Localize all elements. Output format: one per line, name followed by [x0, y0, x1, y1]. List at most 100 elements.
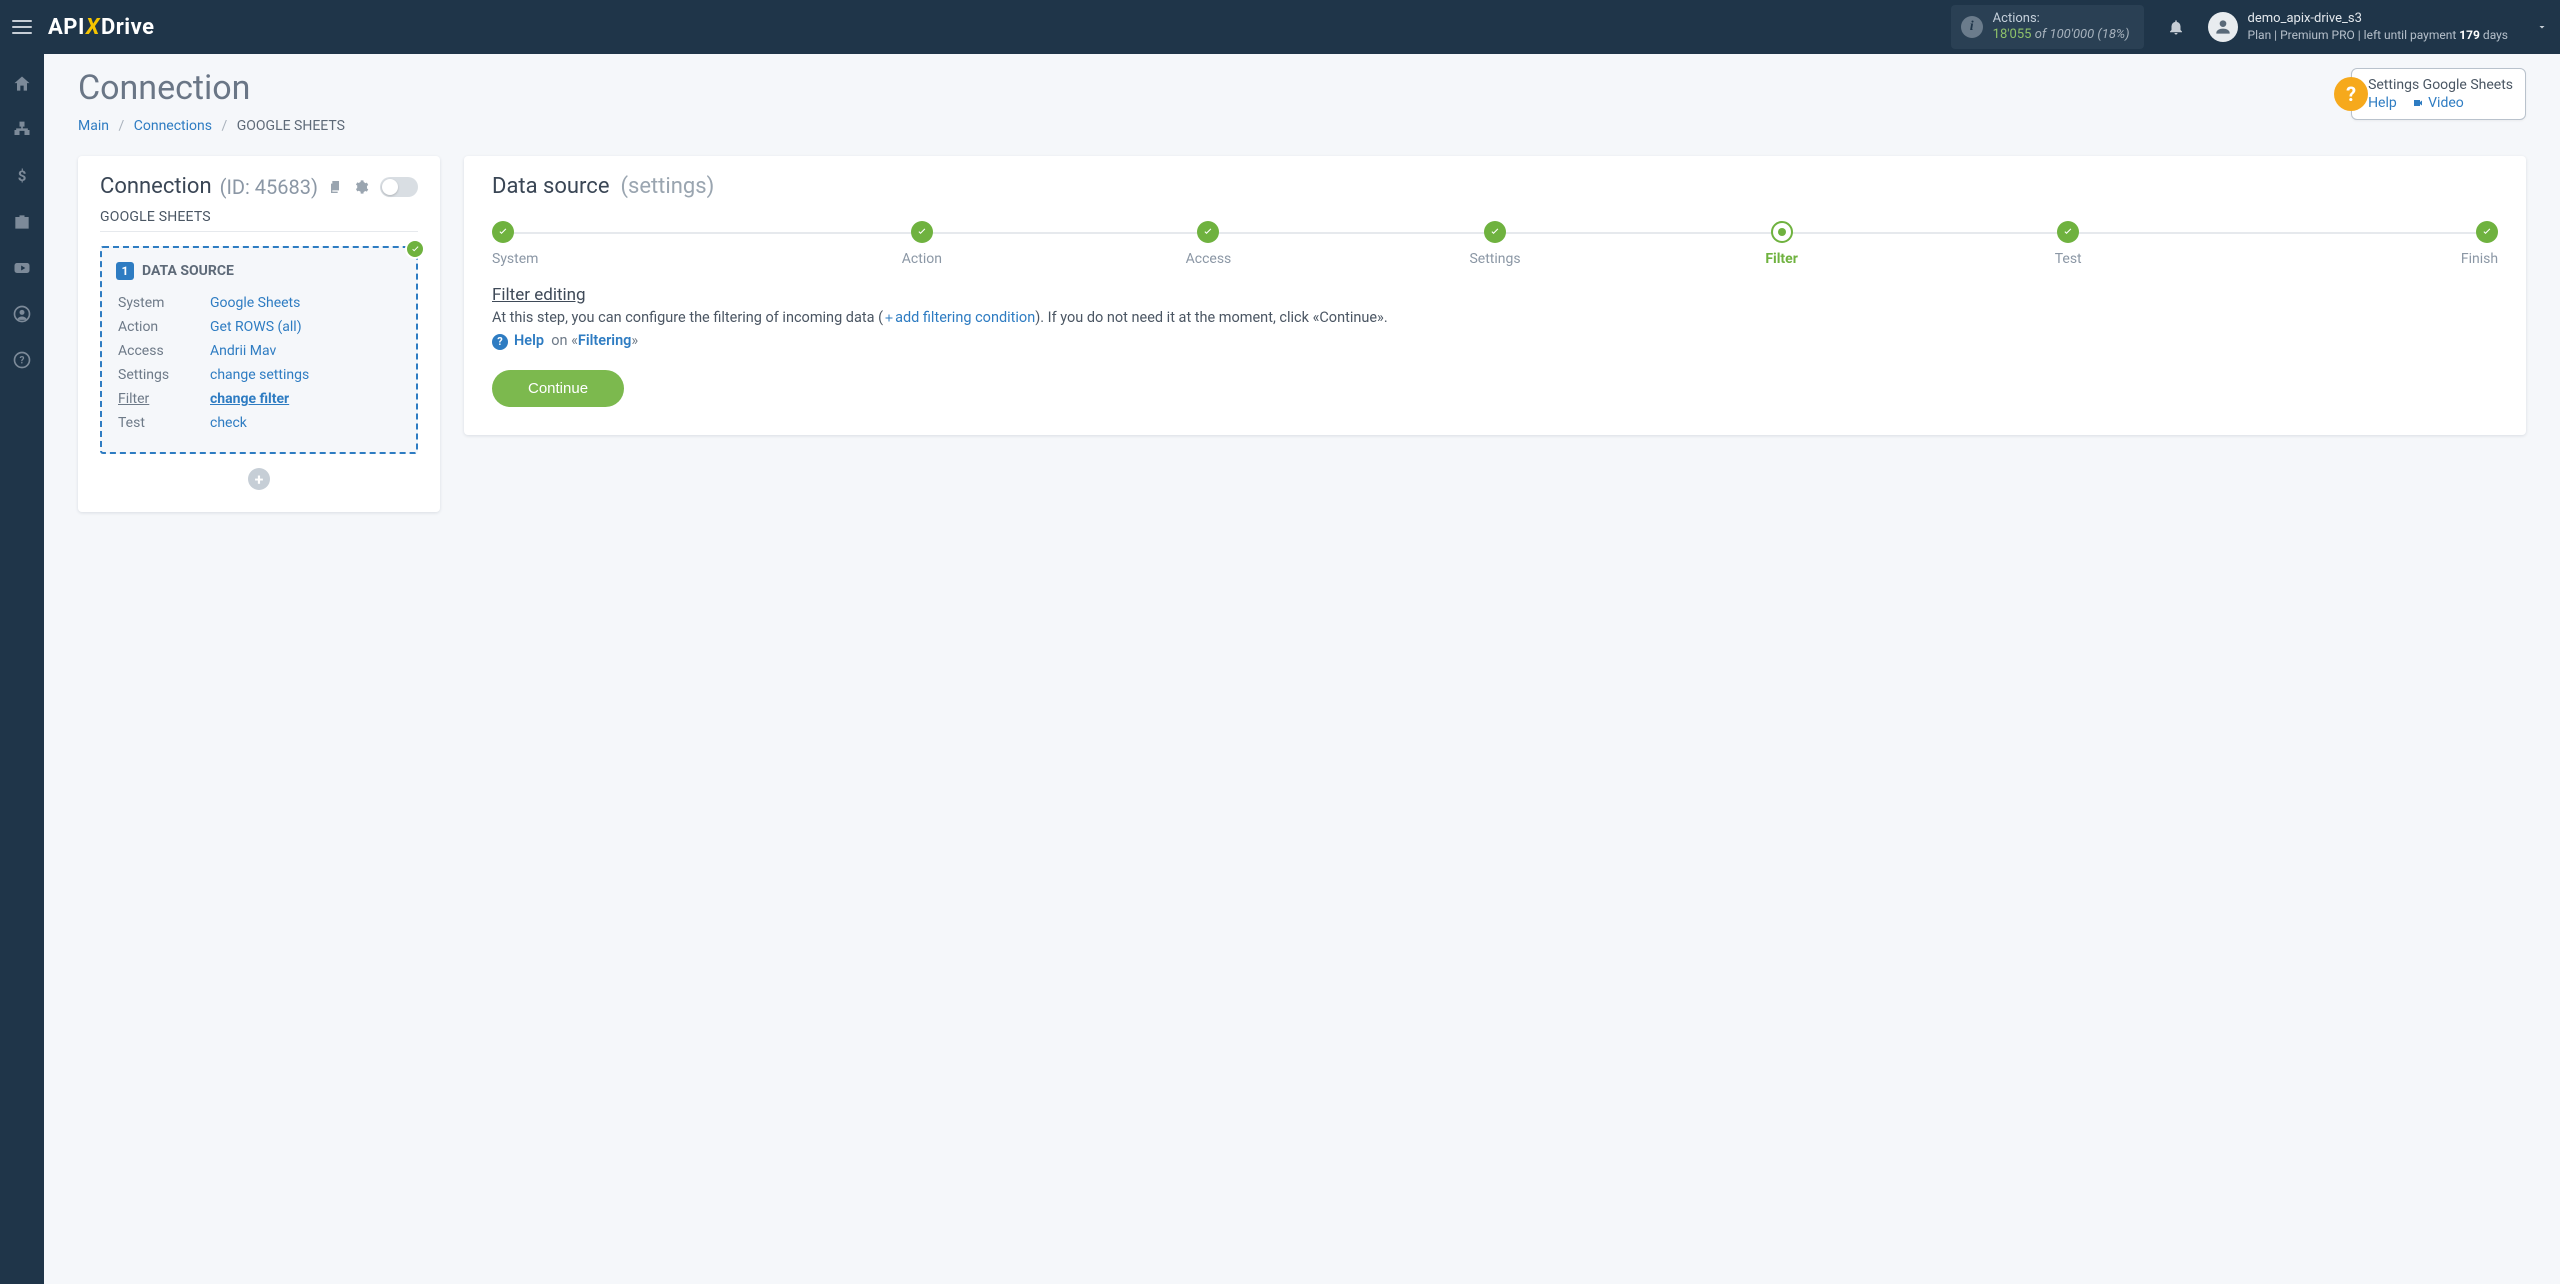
- check-icon: [1202, 226, 1214, 238]
- actions-of-word: of: [2035, 27, 2047, 42]
- ds-label-access: Access: [118, 340, 208, 362]
- step-action[interactable]: Action: [779, 221, 1066, 267]
- help-topic-link[interactable]: Filtering: [578, 332, 632, 349]
- ds-value-settings[interactable]: change settings: [210, 367, 309, 383]
- help-link[interactable]: Help: [2368, 95, 2397, 111]
- step-label: Access: [1186, 251, 1232, 267]
- breadcrumb-main[interactable]: Main: [78, 118, 109, 134]
- youtube-icon: [12, 258, 32, 278]
- user-menu[interactable]: demo_apix-drive_s3 Plan | Premium PRO | …: [2208, 11, 2548, 42]
- actions-pct: (18%): [2097, 27, 2129, 42]
- nav-account[interactable]: [0, 294, 44, 334]
- help-badge-icon[interactable]: ?: [2334, 77, 2368, 111]
- user-icon: [2213, 17, 2233, 37]
- help-inline-icon: ?: [492, 334, 508, 350]
- settings-button[interactable]: [352, 178, 370, 196]
- menu-button[interactable]: [0, 0, 44, 54]
- ds-label-settings: Settings: [118, 364, 208, 386]
- logo-text-x: X: [86, 15, 100, 40]
- continue-button[interactable]: Continue: [492, 370, 624, 407]
- video-icon: [2411, 97, 2425, 109]
- ds-value-filter[interactable]: change filter: [210, 391, 289, 407]
- nav-connections[interactable]: [0, 110, 44, 150]
- step-access[interactable]: Access: [1065, 221, 1352, 267]
- ds-label-action: Action: [118, 316, 208, 338]
- status-ok-badge: [405, 239, 425, 259]
- step-dot: [2057, 221, 2079, 243]
- info-icon: i: [1961, 16, 1983, 38]
- connection-toggle[interactable]: [380, 177, 418, 197]
- right-heading: Data source: [492, 174, 610, 199]
- add-filtering-condition-link[interactable]: add filtering condition: [895, 309, 1035, 326]
- ds-value-system[interactable]: Google Sheets: [210, 295, 300, 311]
- ds-value-test[interactable]: check: [210, 415, 247, 431]
- actions-used: 18'055: [1993, 27, 2032, 42]
- breadcrumb-connections[interactable]: Connections: [134, 118, 212, 134]
- step-label: Settings: [1469, 251, 1520, 267]
- datasource-box[interactable]: 1 DATA SOURCE System Google Sheets Actio…: [100, 246, 418, 454]
- help-on: on «: [551, 332, 578, 349]
- ds-row-system: System Google Sheets: [118, 292, 400, 314]
- check-icon: [410, 244, 421, 255]
- step-finish[interactable]: Finish: [2211, 221, 2498, 267]
- desc-post: ). If you do not need it at the moment, …: [1035, 309, 1387, 326]
- actions-usage-box[interactable]: i Actions: 18'055 of 100'000 (18%): [1951, 5, 2144, 50]
- connection-id: (ID: 45683): [220, 175, 318, 199]
- desc-pre: At this step, you can configure the filt…: [492, 309, 883, 326]
- step-settings[interactable]: Settings: [1352, 221, 1639, 267]
- datasource-title: DATA SOURCE: [142, 263, 234, 279]
- step-system[interactable]: System: [492, 221, 779, 267]
- check-icon: [497, 226, 509, 238]
- breadcrumb-current: GOOGLE SHEETS: [237, 118, 345, 134]
- check-icon: [916, 226, 928, 238]
- ds-value-access[interactable]: Andrii Mav: [210, 343, 276, 359]
- nav-home[interactable]: [0, 64, 44, 104]
- ds-value-action[interactable]: Get ROWS (all): [210, 319, 302, 335]
- plus-icon: [883, 312, 895, 324]
- video-link[interactable]: Video: [2428, 95, 2464, 111]
- plan-prefix: Plan |: [2248, 28, 2278, 42]
- step-label: Test: [2055, 251, 2082, 267]
- ds-row-settings: Settings change settings: [118, 364, 400, 386]
- notifications-button[interactable]: [2156, 18, 2196, 36]
- plan-days-word: days: [2483, 28, 2508, 42]
- section-title: Filter editing: [492, 285, 2498, 305]
- right-heading-sub: (settings): [620, 174, 714, 199]
- nav-help[interactable]: ?: [0, 340, 44, 380]
- nav-business[interactable]: [0, 202, 44, 242]
- copy-icon: [327, 179, 343, 195]
- ds-label-filter: Filter: [118, 391, 149, 407]
- ds-label-system: System: [118, 292, 208, 314]
- step-label: System: [492, 251, 538, 267]
- copy-button[interactable]: [326, 178, 344, 196]
- step-test[interactable]: Test: [1925, 221, 2212, 267]
- sitemap-icon: [12, 120, 32, 140]
- logo[interactable]: APIXDrive: [48, 15, 155, 40]
- connection-heading: Connection: [100, 174, 212, 199]
- avatar: [2208, 12, 2238, 42]
- nav-videos[interactable]: [0, 248, 44, 288]
- actions-label: Actions:: [1993, 11, 2130, 27]
- ds-row-access: Access Andrii Mav: [118, 340, 400, 362]
- plan-days-num: 179: [2459, 28, 2480, 42]
- help-close: »: [631, 332, 638, 349]
- left-rail: $ ?: [0, 54, 44, 1284]
- help-inline-link[interactable]: Help: [514, 332, 544, 349]
- username: demo_apix-drive_s3: [2248, 11, 2508, 27]
- check-icon: [1489, 226, 1501, 238]
- gear-icon: [353, 179, 369, 195]
- service-name: GOOGLE SHEETS: [100, 209, 418, 225]
- svg-text:?: ?: [20, 355, 25, 366]
- nav-billing[interactable]: $: [0, 156, 44, 196]
- actions-total: 100'000: [2050, 27, 2095, 42]
- add-block-button[interactable]: +: [248, 468, 270, 490]
- page-title: Connection: [78, 68, 345, 108]
- ds-row-action: Action Get ROWS (all): [118, 316, 400, 338]
- step-filter[interactable]: Filter: [1638, 221, 1925, 267]
- help-card: ? Settings Google Sheets Help Video: [2351, 68, 2526, 120]
- logo-text-pre: API: [48, 15, 85, 40]
- svg-text:$: $: [18, 167, 27, 185]
- step-dot: [1197, 221, 1219, 243]
- plan-mid: | left until payment: [2358, 28, 2457, 42]
- step-label: Filter: [1765, 251, 1798, 267]
